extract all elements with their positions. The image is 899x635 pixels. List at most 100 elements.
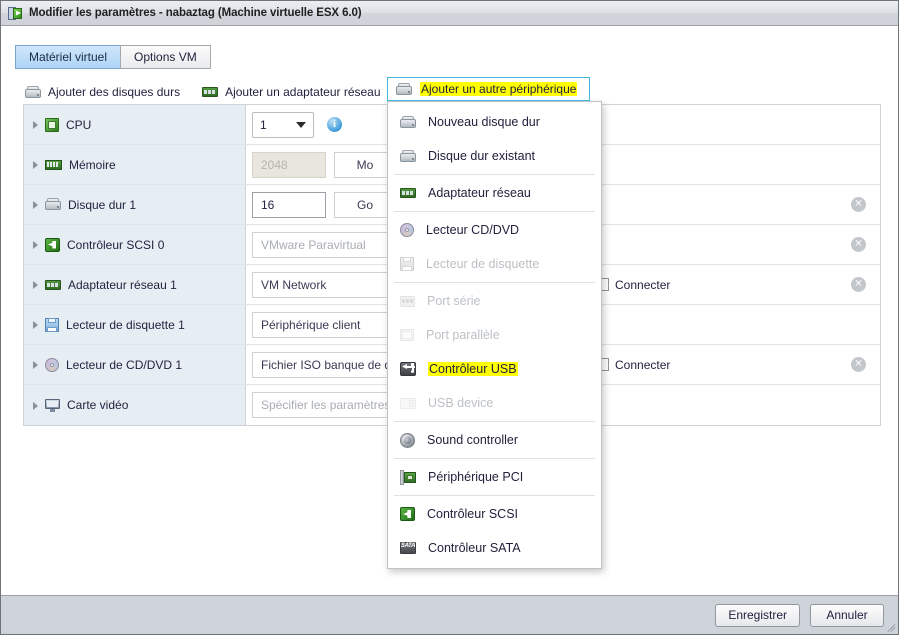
menu-item-usb-controller[interactable]: Contrôleur USB [388, 352, 601, 386]
tab-vm-options[interactable]: Options VM [120, 45, 211, 69]
save-button[interactable]: Enregistrer [715, 603, 800, 627]
menu-item-label: Contrôleur SCSI [427, 507, 519, 521]
menu-item-sata-controller[interactable]: SATA Contrôleur SATA [388, 531, 601, 565]
device-name-cell-floppy-drive-1[interactable]: Lecteur de disquette 1 [24, 305, 246, 344]
device-name-cell-hard-disk-1[interactable]: Disque dur 1 [24, 185, 246, 224]
other-device-icon [396, 82, 412, 96]
network-adapter-icon [400, 187, 416, 199]
device-name-cell-video-card[interactable]: Carte vidéo [24, 385, 246, 425]
usb-controller-icon [400, 362, 416, 376]
expand-chevron-icon[interactable] [31, 160, 40, 169]
device-label: Lecteur de disquette 1 [66, 317, 185, 332]
menu-item-label: Sound controller [427, 433, 519, 447]
pci-device-icon [400, 469, 416, 485]
video-card-icon [45, 398, 60, 412]
menu-item-scsi-controller[interactable]: Contrôleur SCSI [388, 497, 601, 531]
tab-virtual-hardware[interactable]: Matériel virtuel [15, 45, 122, 69]
menu-item-floppy-drive: Lecteur de disquette [388, 247, 601, 281]
expand-chevron-icon[interactable] [31, 360, 40, 369]
menu-item-usb-device: USB device [388, 386, 601, 420]
device-label: Adaptateur réseau 1 [68, 277, 177, 292]
menu-item-serial-port: Port série [388, 284, 601, 318]
chevron-down-icon [296, 121, 306, 128]
window-title: Modifier les paramètres - nabaztag (Mach… [29, 7, 362, 19]
menu-item-new-hard-disk[interactable]: Nouveau disque dur [388, 105, 601, 139]
add-hard-disks-button[interactable]: Ajouter des disques durs [25, 81, 180, 103]
device-label: Contrôleur SCSI 0 [67, 237, 165, 252]
expand-chevron-icon[interactable] [31, 200, 40, 209]
remove-device-button[interactable]: ✕ [851, 197, 866, 212]
menu-separator [394, 211, 595, 212]
settings-dialog: Modifier les paramètres - nabaztag (Mach… [0, 0, 899, 635]
info-icon[interactable]: i [327, 117, 342, 132]
hard-disk-icon [400, 149, 416, 163]
menu-item-label: Périphérique PCI [428, 470, 524, 484]
add-other-device-button[interactable]: Ajouter un autre périphérique [387, 77, 590, 101]
cpu-count-select[interactable]: 1 [252, 111, 314, 138]
device-name-cell-cd-dvd-drive-1[interactable]: Lecteur de CD/DVD 1 [24, 345, 246, 384]
device-name-cell-scsi-controller-0[interactable]: Contrôleur SCSI 0 [24, 225, 246, 264]
network-adapter-icon [202, 86, 219, 98]
hard-disk-icon [25, 85, 41, 99]
memory-icon [45, 159, 62, 171]
menu-separator [394, 421, 595, 422]
serial-port-icon [400, 295, 415, 307]
remove-device-button[interactable]: ✕ [851, 357, 866, 372]
add-network-adapter-label: Ajouter un adaptateur réseau [225, 85, 381, 99]
network-connect-label: Connecter [615, 277, 671, 292]
menu-item-label: Disque dur existant [428, 149, 536, 163]
add-other-device-label: Ajouter un autre périphérique [420, 82, 578, 96]
menu-separator [394, 282, 595, 283]
device-label: Mémoire [69, 157, 116, 172]
add-hard-disks-label: Ajouter des disques durs [48, 85, 181, 99]
menu-separator [394, 458, 595, 459]
hard-disk-icon [45, 198, 61, 211]
remove-device-button[interactable]: ✕ [851, 277, 866, 292]
cancel-button[interactable]: Annuler [810, 603, 884, 627]
scsi-controller-icon [400, 507, 415, 521]
menu-item-label: Port série [427, 294, 481, 308]
expand-chevron-icon[interactable] [31, 401, 40, 410]
menu-item-label: Lecteur de disquette [426, 257, 540, 271]
menu-item-parallel-port: Port parallèle [388, 318, 601, 352]
cpu-count-value: 1 [260, 117, 267, 132]
hard-disk-icon [400, 115, 416, 129]
cd-dvd-icon [400, 223, 414, 237]
menu-item-cd-dvd-drive[interactable]: Lecteur CD/DVD [388, 213, 601, 247]
add-other-device-menu: Nouveau disque dur Disque dur existant A… [387, 101, 602, 569]
disk-size-input[interactable]: 16 [252, 191, 326, 218]
expand-chevron-icon[interactable] [31, 280, 40, 289]
cd-dvd-connect-label: Connecter [615, 357, 671, 372]
sata-controller-icon: SATA [400, 542, 416, 554]
menu-separator [394, 495, 595, 496]
menu-item-sound-controller[interactable]: Sound controller [388, 423, 601, 457]
memory-size-input[interactable]: 2048 [252, 151, 326, 178]
cpu-icon [45, 117, 59, 132]
menu-item-label: Nouveau disque dur [428, 115, 540, 129]
expand-chevron-icon[interactable] [31, 240, 40, 249]
menu-separator [394, 174, 595, 175]
network-connect-checkbox[interactable]: Connecter [596, 278, 670, 292]
scsi-controller-icon [45, 237, 60, 252]
expand-chevron-icon[interactable] [31, 120, 40, 129]
vm-settings-icon [8, 6, 23, 21]
menu-item-network-adapter[interactable]: Adaptateur réseau [388, 176, 601, 210]
menu-item-label: Port parallèle [426, 328, 500, 342]
device-name-cell-cpu[interactable]: CPU [24, 105, 246, 144]
cd-dvd-connect-checkbox[interactable]: Connecter [596, 358, 670, 372]
remove-device-button[interactable]: ✕ [851, 237, 866, 252]
menu-item-existing-hard-disk[interactable]: Disque dur existant [388, 139, 601, 173]
expand-chevron-icon[interactable] [31, 320, 40, 329]
menu-item-label: Adaptateur réseau [428, 186, 531, 200]
device-toolbar: Ajouter des disques durs Ajouter un adap… [25, 81, 403, 103]
device-name-cell-memory[interactable]: Mémoire [24, 145, 246, 184]
sound-controller-icon [400, 432, 415, 448]
resize-grip-icon[interactable] [885, 622, 896, 632]
parallel-port-icon [400, 329, 414, 341]
floppy-drive-icon [45, 317, 59, 332]
device-name-cell-network-adapter-1[interactable]: Adaptateur réseau 1 [24, 265, 246, 304]
cd-dvd-icon [45, 357, 59, 372]
usb-device-icon [400, 397, 416, 409]
add-network-adapter-button[interactable]: Ajouter un adaptateur réseau [202, 81, 381, 103]
menu-item-pci-device[interactable]: Périphérique PCI [388, 460, 601, 494]
